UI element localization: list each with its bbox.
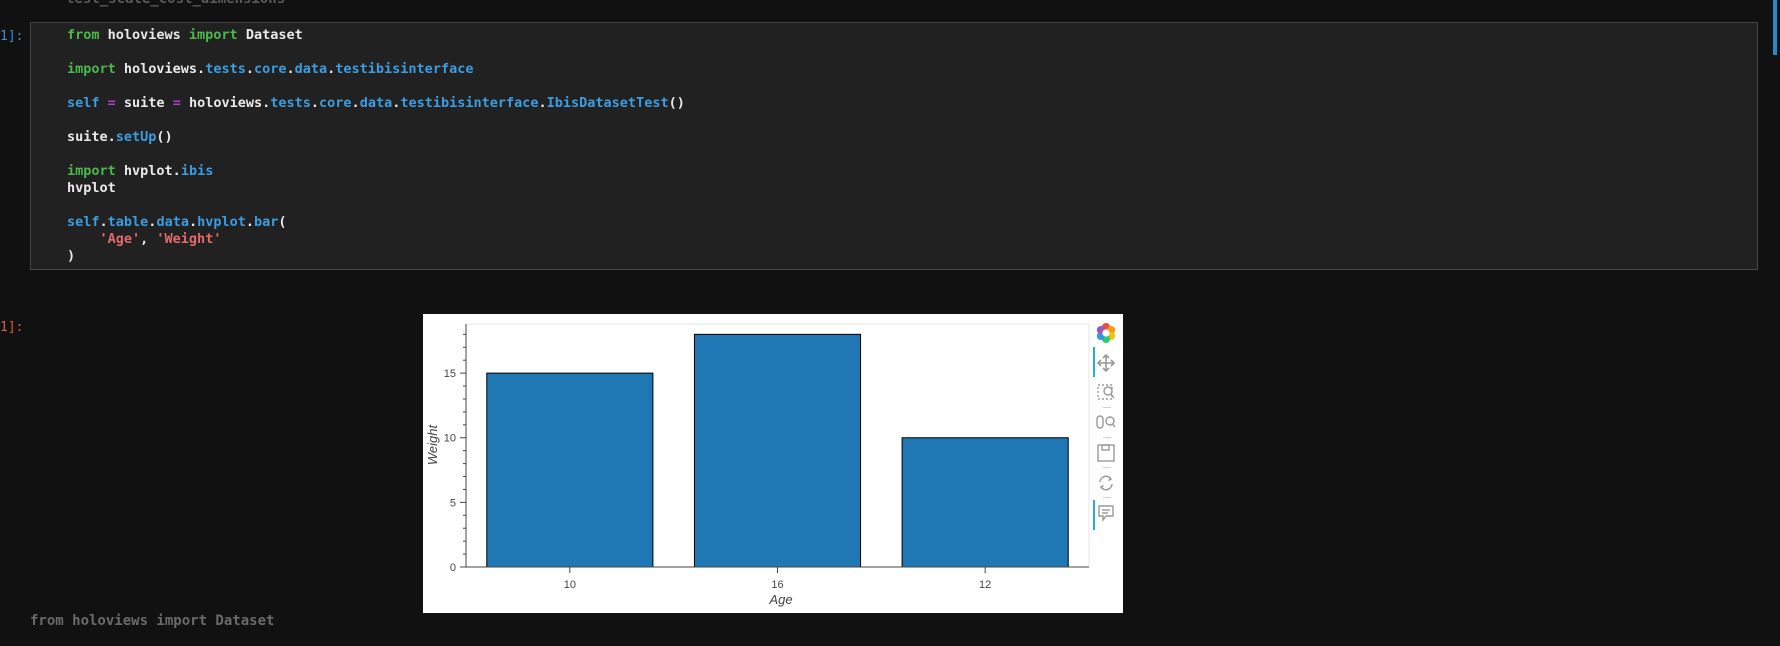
code-line-9: ) [67, 248, 685, 265]
keyword: from [67, 27, 100, 43]
code-text: . [245, 61, 254, 77]
x-axis-label: Age [768, 592, 792, 607]
module-name: tests [270, 95, 311, 111]
x-tick-label: 12 [979, 579, 991, 591]
code-text: ) [67, 248, 76, 264]
bar-chart[interactable]: 0 5 10 15 10 16 12 Age Weight [423, 314, 1123, 613]
module-name: ibis [180, 163, 214, 179]
module-name: data [294, 61, 328, 77]
code-text: hvplot. [115, 163, 181, 179]
code-text: hvplot [67, 180, 116, 196]
keyword: import [67, 61, 116, 77]
code-line-5: import hvplot.ibis [67, 163, 685, 180]
toolbar-divider [1103, 437, 1111, 438]
module-name: table [107, 214, 149, 230]
module-name: data [359, 95, 393, 111]
next-cell-text: from holoviews import Dataset [30, 613, 275, 629]
code-text: . [351, 95, 360, 111]
code-text: . [538, 95, 547, 111]
module-name: hvplot [197, 214, 246, 230]
y-tick-label: 15 [444, 368, 456, 380]
code-text: () [668, 95, 685, 111]
box-zoom-icon[interactable] [1093, 381, 1119, 405]
code-text: . [99, 214, 108, 230]
x-tick-label: 16 [771, 579, 783, 591]
scrollbar-thumb[interactable] [1773, 0, 1777, 55]
module-name: testibisinterface [335, 61, 474, 77]
string-literal: 'Weight' [156, 231, 222, 247]
code-line-1: from holoviews import Dataset [67, 27, 685, 44]
bar-12[interactable] [901, 437, 1069, 568]
x-ticks: 10 16 12 [564, 567, 991, 591]
bokeh-plot[interactable]: 0 5 10 15 10 16 12 Age Weight [423, 314, 1123, 613]
module-name: tests [205, 61, 246, 77]
code-text: . [245, 214, 255, 230]
bokeh-logo-icon[interactable] [1093, 321, 1119, 345]
code-editor[interactable]: from holoviews import Dataset import hol… [67, 27, 685, 265]
y-tick-label: 10 [444, 433, 456, 445]
module-name: core [253, 61, 287, 77]
code-text: ( [278, 214, 287, 230]
y-tick-label: 0 [450, 562, 456, 574]
keyword: import [188, 27, 238, 43]
plot-toolbar [1089, 314, 1123, 613]
code-line-2: import holoviews.tests.core.data.testibi… [67, 61, 685, 78]
toolbar-divider [1103, 497, 1111, 498]
code-line-4: suite.setUp() [67, 129, 685, 146]
pan-icon[interactable] [1093, 351, 1119, 375]
previous-cell-text: test_scale_cost_dimensions [66, 0, 285, 7]
code-text: holoviews. [180, 95, 271, 111]
code-text: suite [115, 95, 173, 111]
code-text: suite. [67, 129, 116, 145]
output-prompt: 1]: [0, 320, 24, 335]
bar-group [486, 333, 1069, 568]
module-name: testibisinterface [400, 95, 539, 111]
string-literal: 'Age' [99, 231, 141, 247]
code-text: . [310, 95, 320, 111]
y-axis-label: Weight [425, 424, 440, 466]
code-text: holoviews. [115, 61, 206, 77]
bar-16[interactable] [693, 333, 862, 568]
input-prompt: 1]: [0, 29, 24, 44]
code-text: () [156, 129, 173, 145]
code-cell[interactable]: from holoviews import Dataset import hol… [30, 22, 1758, 270]
hover-icon[interactable] [1093, 501, 1119, 525]
save-icon[interactable] [1093, 441, 1119, 465]
code-text: , [140, 231, 157, 247]
code-line-7: self.table.data.hvplot.bar( [67, 214, 685, 231]
module-name: self [67, 95, 100, 111]
code-line-6: hvplot [67, 180, 685, 197]
module-name: bar [254, 214, 279, 230]
code-line-8: 'Age', 'Weight' [67, 231, 685, 248]
notebook-page: test_scale_cost_dimensions 1]: from holo… [0, 0, 1780, 646]
y-ticks: 0 5 10 15 [444, 333, 466, 574]
x-tick-label: 10 [564, 579, 576, 591]
wheel-zoom-icon[interactable] [1093, 411, 1119, 435]
operator: = [107, 95, 116, 111]
reset-icon[interactable] [1093, 471, 1119, 495]
operator: = [172, 95, 181, 111]
module-name: data [156, 214, 189, 230]
y-tick-label: 5 [450, 497, 456, 509]
toolbar-divider [1103, 407, 1111, 408]
module-name: self [67, 214, 100, 230]
code-text: . [286, 61, 295, 77]
bar-10[interactable] [486, 372, 654, 568]
code-line-3: self = suite = holoviews.tests.core.data… [67, 95, 685, 112]
module-name: IbisDatasetTest [546, 95, 669, 111]
keyword: import [67, 163, 116, 179]
code-text: . [188, 214, 198, 230]
module-name: setUp [115, 129, 157, 145]
module-name: core [319, 95, 352, 111]
toolbar-divider [1103, 467, 1111, 468]
code-text: holoviews [99, 27, 189, 43]
code-text: Dataset [237, 27, 303, 43]
